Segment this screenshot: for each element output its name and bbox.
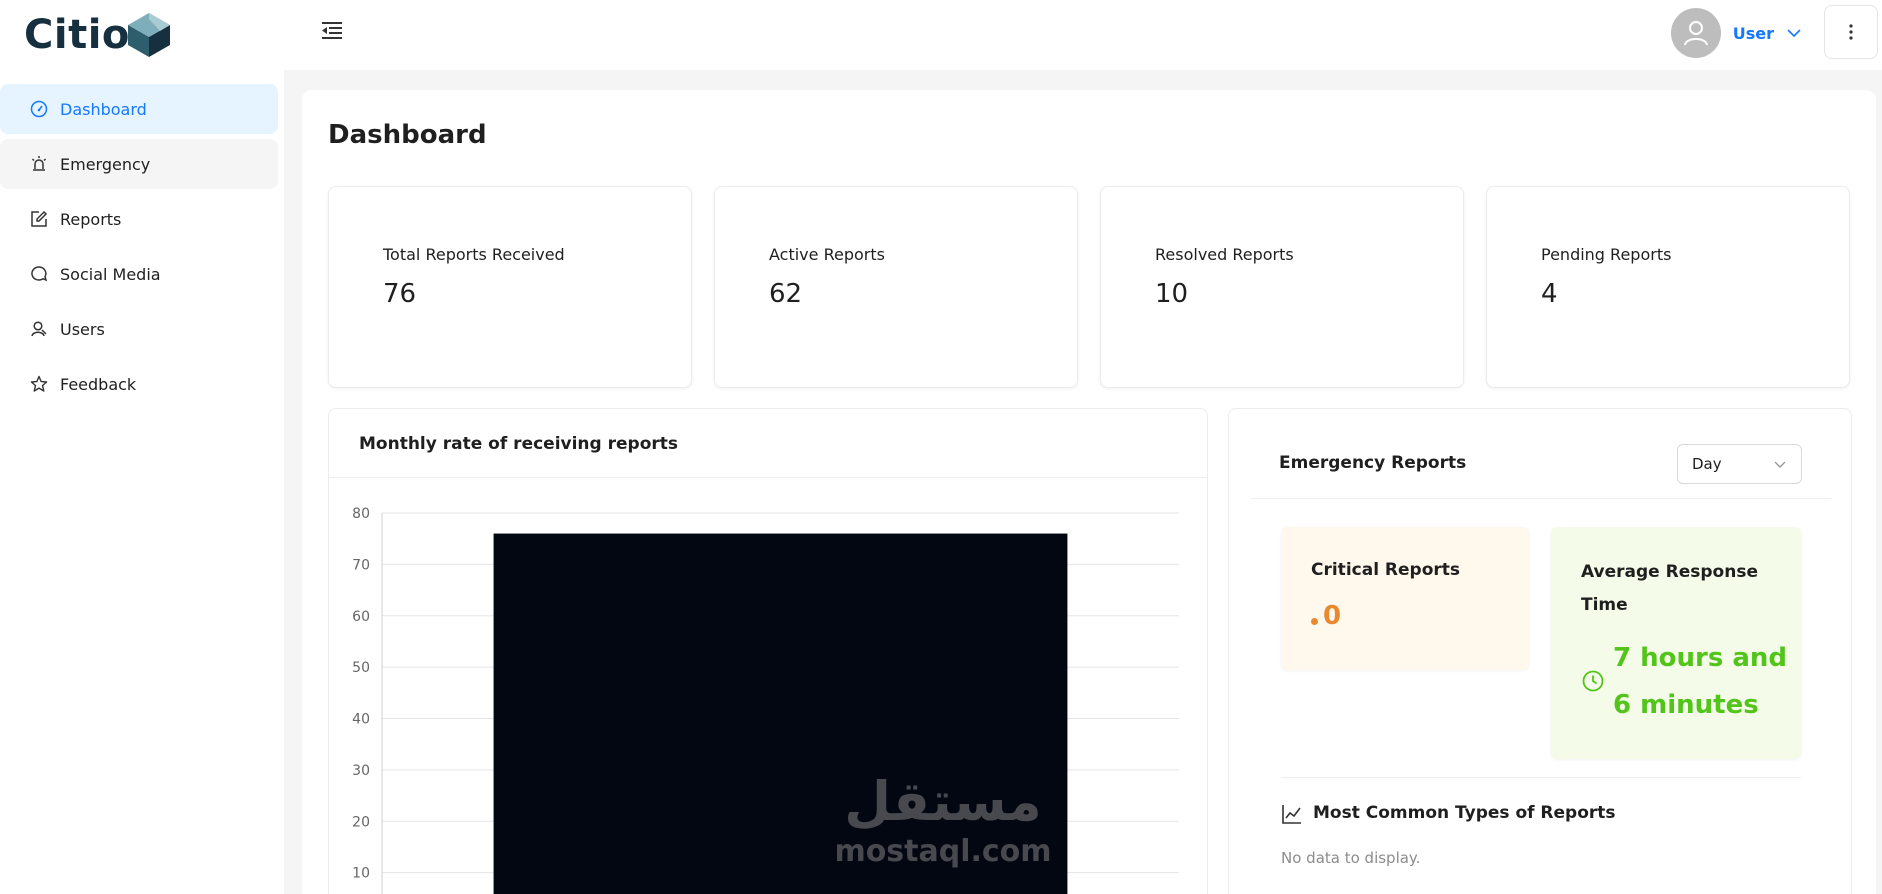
emergency-reports-title: Emergency Reports: [1279, 453, 1467, 473]
period-select-value: Day: [1692, 455, 1722, 473]
chat-bubble-icon: [30, 265, 48, 283]
sidebar-item-label: Feedback: [60, 374, 137, 394]
empty-state-text: No data to display.: [1281, 849, 1421, 867]
stat-label: Active Reports: [769, 245, 885, 264]
divider: [1251, 498, 1831, 499]
sidebar-item-dashboard[interactable]: Dashboard: [0, 84, 278, 134]
user-menu[interactable]: User: [1670, 7, 1802, 59]
y-tick-label: 50: [352, 660, 370, 676]
star-icon: [30, 375, 48, 393]
sidebar-item-label: Dashboard: [60, 99, 147, 119]
sidebar-item-label: Social Media: [60, 264, 161, 284]
sidebar-item-label: Emergency: [60, 154, 151, 174]
sidebar-item-feedback[interactable]: Feedback: [0, 359, 278, 409]
critical-dot-icon: [1311, 618, 1318, 625]
y-tick-label: 10: [352, 866, 370, 882]
brand-name: Citio: [24, 12, 130, 58]
bar: [493, 533, 1068, 894]
chart-title: Monthly rate of receiving reports: [359, 434, 679, 454]
more-options-button[interactable]: [1824, 5, 1878, 59]
chevron-down-icon[interactable]: [1786, 25, 1802, 41]
sidebar: Dashboard Emergency Reports Social Media…: [0, 70, 284, 894]
y-tick-label: 70: [352, 557, 370, 573]
chevron-down-icon: [1774, 461, 1786, 468]
critical-reports-value: 0: [1323, 601, 1342, 631]
monthly-reports-bar-chart: 01020304050607080: [352, 506, 1179, 894]
stat-label: Pending Reports: [1541, 245, 1672, 264]
stat-label: Total Reports Received: [383, 245, 565, 264]
page-title: Dashboard: [328, 120, 487, 150]
sidebar-item-social-media[interactable]: Social Media: [0, 249, 278, 299]
sidebar-item-label: Reports: [60, 209, 122, 229]
y-tick-label: 60: [352, 609, 370, 625]
stat-value: 4: [1541, 279, 1558, 309]
common-report-types-title: Most Common Types of Reports: [1313, 803, 1616, 823]
sidebar-item-emergency[interactable]: Emergency: [0, 139, 278, 189]
period-select[interactable]: Day: [1677, 444, 1802, 484]
y-tick-label: 40: [352, 712, 370, 728]
y-tick-label: 30: [352, 763, 370, 779]
monthly-reports-chart-card: Monthly rate of receiving reports 010203…: [328, 408, 1208, 894]
clock-icon: [1582, 670, 1604, 692]
stat-card-total: Total Reports Received 76: [328, 186, 692, 388]
sidebar-collapse-icon[interactable]: [318, 16, 346, 44]
dashboard-gauge-icon: [30, 100, 48, 118]
critical-reports-card: Critical Reports 0: [1281, 527, 1529, 670]
brand-logo[interactable]: Citio: [24, 10, 172, 60]
stat-card-resolved: Resolved Reports 10: [1100, 186, 1464, 388]
avatar[interactable]: [1670, 8, 1721, 58]
siren-icon: [30, 155, 48, 173]
stat-value: 10: [1155, 279, 1189, 309]
divider: [329, 477, 1207, 478]
divider: [1281, 777, 1801, 778]
average-response-card: Average Response Time 7 hours and 6 minu…: [1551, 527, 1801, 759]
y-tick-label: 20: [352, 814, 370, 830]
line-chart-icon: [1282, 805, 1301, 824]
stat-value: 62: [769, 279, 803, 309]
critical-reports-label: Critical Reports: [1311, 560, 1461, 580]
sidebar-item-users[interactable]: Users: [0, 304, 278, 354]
user-name[interactable]: User: [1733, 24, 1774, 43]
user-icon: [30, 320, 48, 338]
emergency-reports-card: Emergency Reports Day Critical Reports 0…: [1228, 408, 1852, 894]
sidebar-item-label: Users: [60, 319, 105, 339]
sidebar-item-reports[interactable]: Reports: [0, 194, 278, 244]
cube-logo-icon: [127, 13, 170, 57]
stat-value: 76: [383, 279, 417, 309]
stat-card-pending: Pending Reports 4: [1486, 186, 1850, 388]
top-header: Citio User: [0, 0, 1882, 70]
stat-card-active: Active Reports 62: [714, 186, 1078, 388]
edit-note-icon: [30, 210, 48, 228]
kebab-menu-icon: [1849, 24, 1853, 40]
user-avatar-icon: [1683, 21, 1708, 46]
average-response-value: 7 hours and 6 minutes: [1613, 643, 1788, 720]
y-tick-label: 80: [352, 506, 370, 522]
average-response-label: Average Response Time: [1581, 562, 1758, 615]
stat-label: Resolved Reports: [1155, 245, 1294, 264]
dashboard-content: Dashboard Total Reports Received 76 Acti…: [302, 90, 1876, 894]
